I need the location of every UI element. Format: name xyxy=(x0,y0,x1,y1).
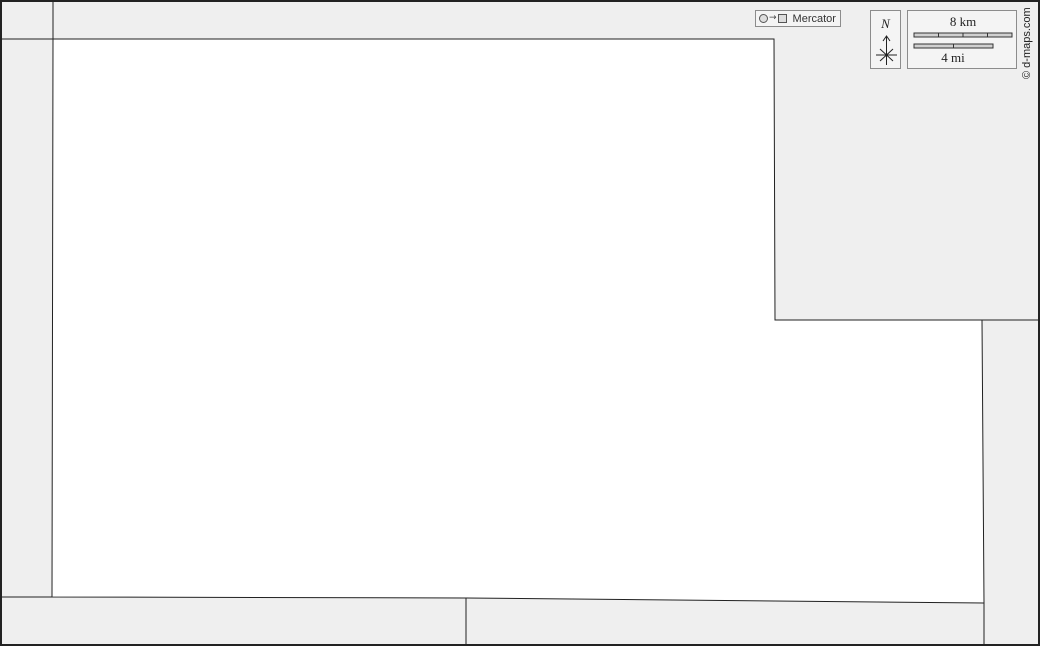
scale-bar-box: 8 km 4 mi xyxy=(907,10,1017,69)
scale-imperial-label: 4 mi xyxy=(941,50,965,65)
projection-badge: → Mercator xyxy=(755,10,841,27)
map-shapes xyxy=(0,0,1040,646)
globe-icon xyxy=(759,14,768,23)
projection-label: Mercator xyxy=(792,12,836,25)
north-arrow-box: N xyxy=(870,10,901,69)
north-label: N xyxy=(881,16,890,31)
compass-icon xyxy=(876,35,897,65)
flat-map-icon xyxy=(777,14,787,23)
map-canvas: → Mercator N 8 km 4 mi © d-maps.com xyxy=(0,0,1040,646)
map-credit: © d-maps.com xyxy=(1021,7,1033,79)
arrow-right-icon: → xyxy=(769,13,777,23)
